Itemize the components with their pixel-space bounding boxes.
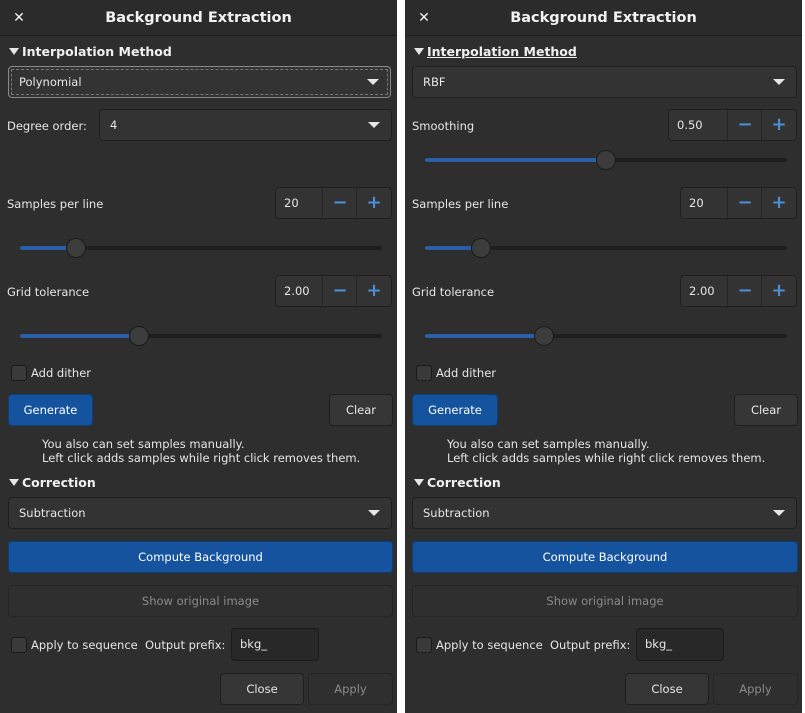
plus-icon[interactable]: + <box>356 188 391 218</box>
output-prefix-input[interactable]: bkg_ <box>231 628 319 661</box>
correction-value: Subtraction <box>19 506 86 520</box>
interpolation-method-label: Interpolation Method <box>427 44 577 59</box>
dialog-title: Background Extraction <box>105 10 292 26</box>
background-extraction-dialog-left: ✕ Background Extraction Interpolation Me… <box>0 0 397 713</box>
plus-icon[interactable]: + <box>761 110 796 140</box>
samples-per-line-label: Samples per line <box>412 197 509 211</box>
smoothing-spin: 0.50 − + <box>668 109 797 141</box>
expander-down-icon <box>9 479 19 486</box>
correction-label: Correction <box>427 475 501 490</box>
output-prefix-input[interactable]: bkg_ <box>636 628 724 661</box>
add-dither-label: Add dither <box>436 366 497 380</box>
minus-icon[interactable]: − <box>727 188 762 218</box>
correction-label: Correction <box>22 475 96 490</box>
background-extraction-dialog-right: ✕ Background Extraction Interpolation Me… <box>405 0 802 713</box>
apply-to-sequence-checkbox[interactable] <box>416 637 432 653</box>
samples-per-line-spin: 20 − + <box>680 187 797 219</box>
correction-combo[interactable]: Subtraction <box>8 497 392 529</box>
apply-button[interactable]: Apply <box>713 673 798 705</box>
expander-down-icon <box>9 48 19 55</box>
smoothing-label: Smoothing <box>412 119 475 133</box>
minus-icon[interactable]: − <box>727 276 762 306</box>
add-dither-checkbox[interactable] <box>416 365 432 381</box>
degree-order-combo[interactable]: 4 <box>99 109 392 141</box>
minus-icon[interactable]: − <box>322 188 357 218</box>
interpolation-method-expander[interactable]: Interpolation Method <box>9 43 172 61</box>
show-original-image-button[interactable]: Show original image <box>412 585 798 617</box>
chevron-down-icon <box>368 122 380 128</box>
minus-icon[interactable]: − <box>727 110 762 140</box>
interpolation-method-combo[interactable]: Polynomial <box>8 66 391 98</box>
interpolation-method-value: RBF <box>423 75 446 89</box>
correction-combo[interactable]: Subtraction <box>412 497 797 529</box>
chevron-down-icon <box>773 510 785 516</box>
dialog-title: Background Extraction <box>510 10 697 26</box>
apply-to-sequence-label: Apply to sequence <box>31 638 138 652</box>
clear-button[interactable]: Clear <box>734 394 798 426</box>
output-prefix-label: Output prefix: <box>550 638 631 652</box>
smoothing-value[interactable]: 0.50 <box>677 110 703 140</box>
samples-per-line-slider[interactable] <box>425 238 787 258</box>
plus-icon[interactable]: + <box>356 276 391 306</box>
info-text-line1: You also can set samples manually. <box>447 437 650 451</box>
grid-tolerance-value[interactable]: 2.00 <box>689 276 715 306</box>
grid-tolerance-spin: 2.00 − + <box>275 275 392 307</box>
add-dither-label: Add dither <box>31 366 92 380</box>
slider-handle[interactable] <box>471 238 492 258</box>
slider-fill <box>20 334 140 338</box>
close-button[interactable]: Close <box>625 673 709 705</box>
plus-icon[interactable]: + <box>761 276 796 306</box>
samples-per-line-slider[interactable] <box>20 238 382 258</box>
interpolation-method-combo[interactable]: RBF <box>412 66 797 98</box>
interpolation-method-value: Polynomial <box>19 75 82 89</box>
slider-handle[interactable] <box>66 238 87 258</box>
chevron-down-icon <box>773 79 785 85</box>
smoothing-slider[interactable] <box>425 150 787 170</box>
samples-per-line-value[interactable]: 20 <box>284 188 299 218</box>
apply-to-sequence-label: Apply to sequence <box>436 638 543 652</box>
info-text-line2: Left click adds samples while right clic… <box>447 451 766 465</box>
close-button[interactable]: Close <box>220 673 304 705</box>
apply-button[interactable]: Apply <box>308 673 393 705</box>
samples-per-line-spin: 20 − + <box>275 187 392 219</box>
generate-button[interactable]: Generate <box>8 394 93 426</box>
grid-tolerance-slider[interactable] <box>20 326 382 346</box>
correction-expander[interactable]: Correction <box>9 474 96 492</box>
chevron-down-icon <box>368 510 380 516</box>
correction-expander[interactable]: Correction <box>414 474 501 492</box>
info-text-line1: You also can set samples manually. <box>42 437 245 451</box>
plus-icon[interactable]: + <box>761 188 796 218</box>
compute-background-button[interactable]: Compute Background <box>412 541 798 573</box>
samples-per-line-value[interactable]: 20 <box>689 188 704 218</box>
chevron-down-icon <box>367 79 379 85</box>
expander-down-icon <box>414 479 424 486</box>
interpolation-method-expander[interactable]: Interpolation Method <box>414 43 577 61</box>
grid-tolerance-slider[interactable] <box>425 326 787 346</box>
grid-tolerance-label: Grid tolerance <box>7 285 90 299</box>
samples-per-line-label: Samples per line <box>7 197 104 211</box>
slider-handle[interactable] <box>129 326 150 346</box>
grid-tolerance-label: Grid tolerance <box>412 285 495 299</box>
grid-tolerance-spin: 2.00 − + <box>680 275 797 307</box>
grid-tolerance-value[interactable]: 2.00 <box>284 276 310 306</box>
apply-to-sequence-checkbox[interactable] <box>11 637 27 653</box>
clear-button[interactable]: Clear <box>329 394 393 426</box>
interpolation-method-label: Interpolation Method <box>22 44 172 59</box>
generate-button[interactable]: Generate <box>412 394 498 426</box>
minus-icon[interactable]: − <box>322 276 357 306</box>
slider-handle[interactable] <box>534 326 555 346</box>
output-prefix-label: Output prefix: <box>145 638 226 652</box>
degree-order-value: 4 <box>110 118 118 132</box>
slider-fill <box>425 158 606 162</box>
compute-background-button[interactable]: Compute Background <box>8 541 393 573</box>
info-text-line2: Left click adds samples while right clic… <box>42 451 361 465</box>
correction-value: Subtraction <box>423 506 490 520</box>
show-original-image-button[interactable]: Show original image <box>8 585 393 617</box>
slider-fill <box>425 334 545 338</box>
expander-down-icon <box>414 48 424 55</box>
slider-handle[interactable] <box>596 150 616 170</box>
degree-order-label: Degree order: <box>7 119 87 133</box>
add-dither-checkbox[interactable] <box>11 365 27 381</box>
